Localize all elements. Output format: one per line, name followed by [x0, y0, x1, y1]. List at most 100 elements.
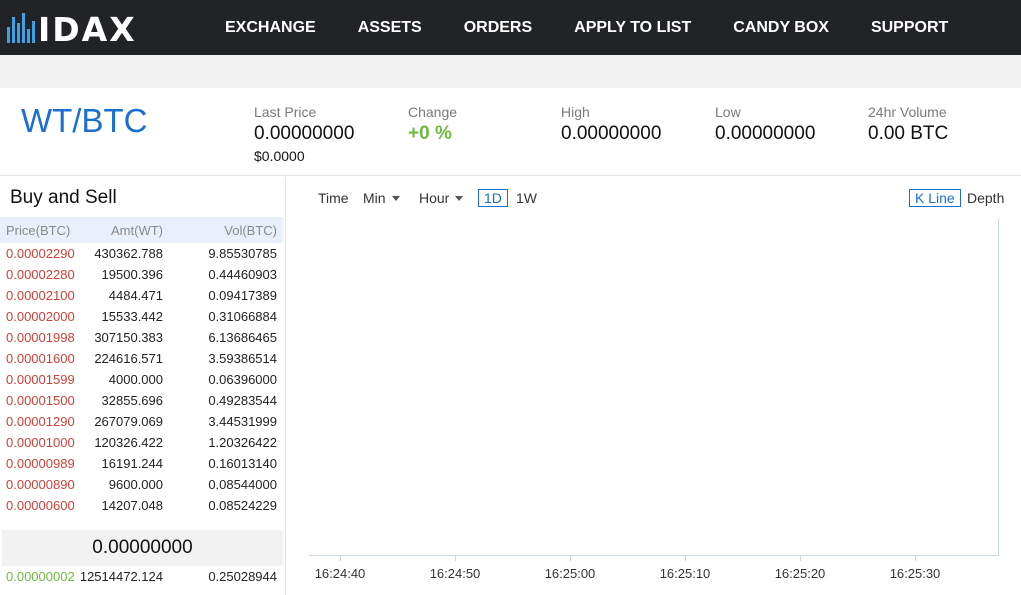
x-tick-label: 16:25:00: [544, 566, 596, 581]
main-nav: EXCHANGE ASSETS ORDERS APPLY TO LIST CAN…: [204, 0, 969, 55]
price-chart: Time Min Hour 1D 1W K Line Depth 16:24:4…: [287, 177, 1021, 595]
ask-row[interactable]: 0.00002280 19500.396 0.44460903: [0, 264, 283, 285]
high-label: High: [561, 104, 590, 120]
ask-amount: 267079.069: [94, 414, 163, 429]
market-ticker: WT/BTC Last Price 0.00000000 $0.0000 Cha…: [0, 88, 1021, 176]
ask-volume: 3.59386514: [208, 351, 277, 366]
hour-label: Hour: [419, 190, 450, 206]
ask-amount: 16191.244: [101, 456, 163, 471]
ask-row[interactable]: 0.00000600 14207.048 0.08524229: [0, 495, 283, 516]
ask-volume: 0.49283544: [208, 393, 277, 408]
change-value: +0 %: [408, 123, 452, 144]
ask-row[interactable]: 0.00002000 15533.442 0.31066884: [0, 306, 283, 327]
ask-amount: 19500.396: [101, 267, 163, 282]
last-price-value: 0.00000000: [254, 123, 355, 144]
ask-row[interactable]: 0.00001500 32855.696 0.49283544: [0, 390, 283, 411]
ask-amount: 14207.048: [101, 498, 163, 513]
hour-dropdown[interactable]: Hour: [419, 190, 464, 206]
notice-strip: [0, 55, 1021, 88]
ask-volume: 0.16013140: [208, 456, 277, 471]
chevron-down-icon: [391, 196, 400, 201]
volume-stat: 24hr Volume 0.00 BTC: [868, 104, 948, 145]
ask-row[interactable]: 0.00001000 120326.422 1.20326422: [0, 432, 283, 453]
ask-row[interactable]: 0.00000890 9600.000 0.08544000: [0, 474, 283, 495]
x-tick-label: 16:24:40: [314, 566, 366, 581]
ask-volume: 0.09417389: [208, 288, 277, 303]
ask-volume: 3.44531999: [208, 414, 277, 429]
chevron-down-icon: [455, 196, 464, 201]
ask-row[interactable]: 0.00000989 16191.244 0.16013140: [0, 453, 283, 474]
nav-exchange[interactable]: EXCHANGE: [204, 19, 337, 37]
ask-row[interactable]: 0.00001599 4000.000 0.06396000: [0, 369, 283, 390]
order-book-title: Buy and Sell: [10, 187, 117, 208]
ask-volume: 0.08524229: [208, 498, 277, 513]
last-price-stat: Last Price 0.00000000 $0.0000: [254, 104, 354, 164]
x-tick-mark: [685, 556, 686, 561]
volume-value: 0.00 BTC: [868, 123, 949, 144]
ask-amount: 224616.571: [94, 351, 163, 366]
high-stat: High 0.00000000: [561, 104, 661, 145]
ask-row[interactable]: 0.00001600 224616.571 3.59386514: [0, 348, 283, 369]
nav-orders[interactable]: ORDERS: [443, 19, 553, 37]
chart-x-axis-line: [309, 555, 999, 556]
low-stat: Low 0.00000000: [715, 104, 815, 145]
ask-amount: 307150.383: [94, 330, 163, 345]
x-tick-mark: [915, 556, 916, 561]
nav-candy-box[interactable]: CANDY BOX: [712, 19, 850, 37]
x-tick-mark: [800, 556, 801, 561]
last-price-label: Last Price: [254, 104, 317, 120]
idax-logo[interactable]: IDAX: [6, 9, 137, 49]
order-book-header: Price(BTC) Amt(WT) Vol(BTC): [0, 217, 283, 243]
ask-volume: 0.44460903: [208, 267, 277, 282]
ask-volume: 6.13686465: [208, 330, 277, 345]
change-stat: Change +0 %: [408, 104, 457, 145]
ask-amount: 120326.422: [94, 435, 163, 450]
ask-row[interactable]: 0.00002290 430362.788 9.85530785: [0, 243, 283, 264]
bid-amount: 12514472.124: [79, 569, 163, 584]
ask-volume: 0.08544000: [208, 477, 277, 492]
header-amount: Amt(WT): [111, 223, 163, 238]
x-tick-label: 16:25:30: [889, 566, 941, 581]
nav-assets[interactable]: ASSETS: [337, 19, 443, 37]
ask-row[interactable]: 0.00001290 267079.069 3.44531999: [0, 411, 283, 432]
x-tick-label: 16:25:20: [774, 566, 826, 581]
last-price-box: 0.00000000: [2, 530, 283, 566]
low-value: 0.00000000: [715, 123, 816, 144]
ask-amount: 4000.000: [108, 372, 163, 387]
trading-pair: WT/BTC: [21, 102, 148, 139]
bid-row[interactable]: 0.00000002 12514472.124 0.25028944: [0, 566, 283, 587]
kline-tab[interactable]: K Line: [909, 189, 961, 207]
volume-label: 24hr Volume: [868, 104, 947, 120]
order-book: Buy and Sell Price(BTC) Amt(WT) Vol(BTC)…: [0, 177, 286, 595]
nav-support[interactable]: SUPPORT: [850, 19, 969, 37]
time-button[interactable]: Time: [318, 190, 349, 206]
depth-tab[interactable]: Depth: [967, 190, 1004, 206]
x-tick-label: 16:25:10: [659, 566, 711, 581]
interval-1d-button[interactable]: 1D: [478, 189, 508, 207]
ask-volume: 0.31066884: [208, 309, 277, 324]
ask-row[interactable]: 0.00001998 307150.383 6.13686465: [0, 327, 283, 348]
ask-volume: 1.20326422: [208, 435, 277, 450]
chart-y-axis-line: [998, 219, 999, 555]
header-volume: Vol(BTC): [224, 223, 277, 238]
ask-amount: 4484.471: [108, 288, 163, 303]
ask-amount: 15533.442: [101, 309, 163, 324]
high-value: 0.00000000: [561, 123, 662, 144]
ask-amount: 430362.788: [94, 246, 163, 261]
logo-text: IDAX: [38, 9, 137, 49]
interval-1w-button[interactable]: 1W: [516, 190, 537, 206]
last-price-usd: $0.0000: [254, 148, 305, 164]
min-label: Min: [363, 190, 386, 206]
nav-apply-to-list[interactable]: APPLY TO LIST: [553, 19, 712, 37]
change-label: Change: [408, 104, 458, 120]
ask-volume: 9.85530785: [208, 246, 277, 261]
ask-row[interactable]: 0.00002100 4484.471 0.09417389: [0, 285, 283, 306]
ask-amount: 9600.000: [108, 477, 163, 492]
top-navbar: IDAX EXCHANGE ASSETS ORDERS APPLY TO LIS…: [0, 0, 1021, 55]
min-dropdown[interactable]: Min: [363, 190, 400, 206]
x-tick-mark: [340, 556, 341, 561]
x-tick-mark: [570, 556, 571, 561]
ask-volume: 0.06396000: [208, 372, 277, 387]
bid-volume: 0.25028944: [208, 569, 277, 584]
logo-bars-icon: [6, 9, 36, 49]
